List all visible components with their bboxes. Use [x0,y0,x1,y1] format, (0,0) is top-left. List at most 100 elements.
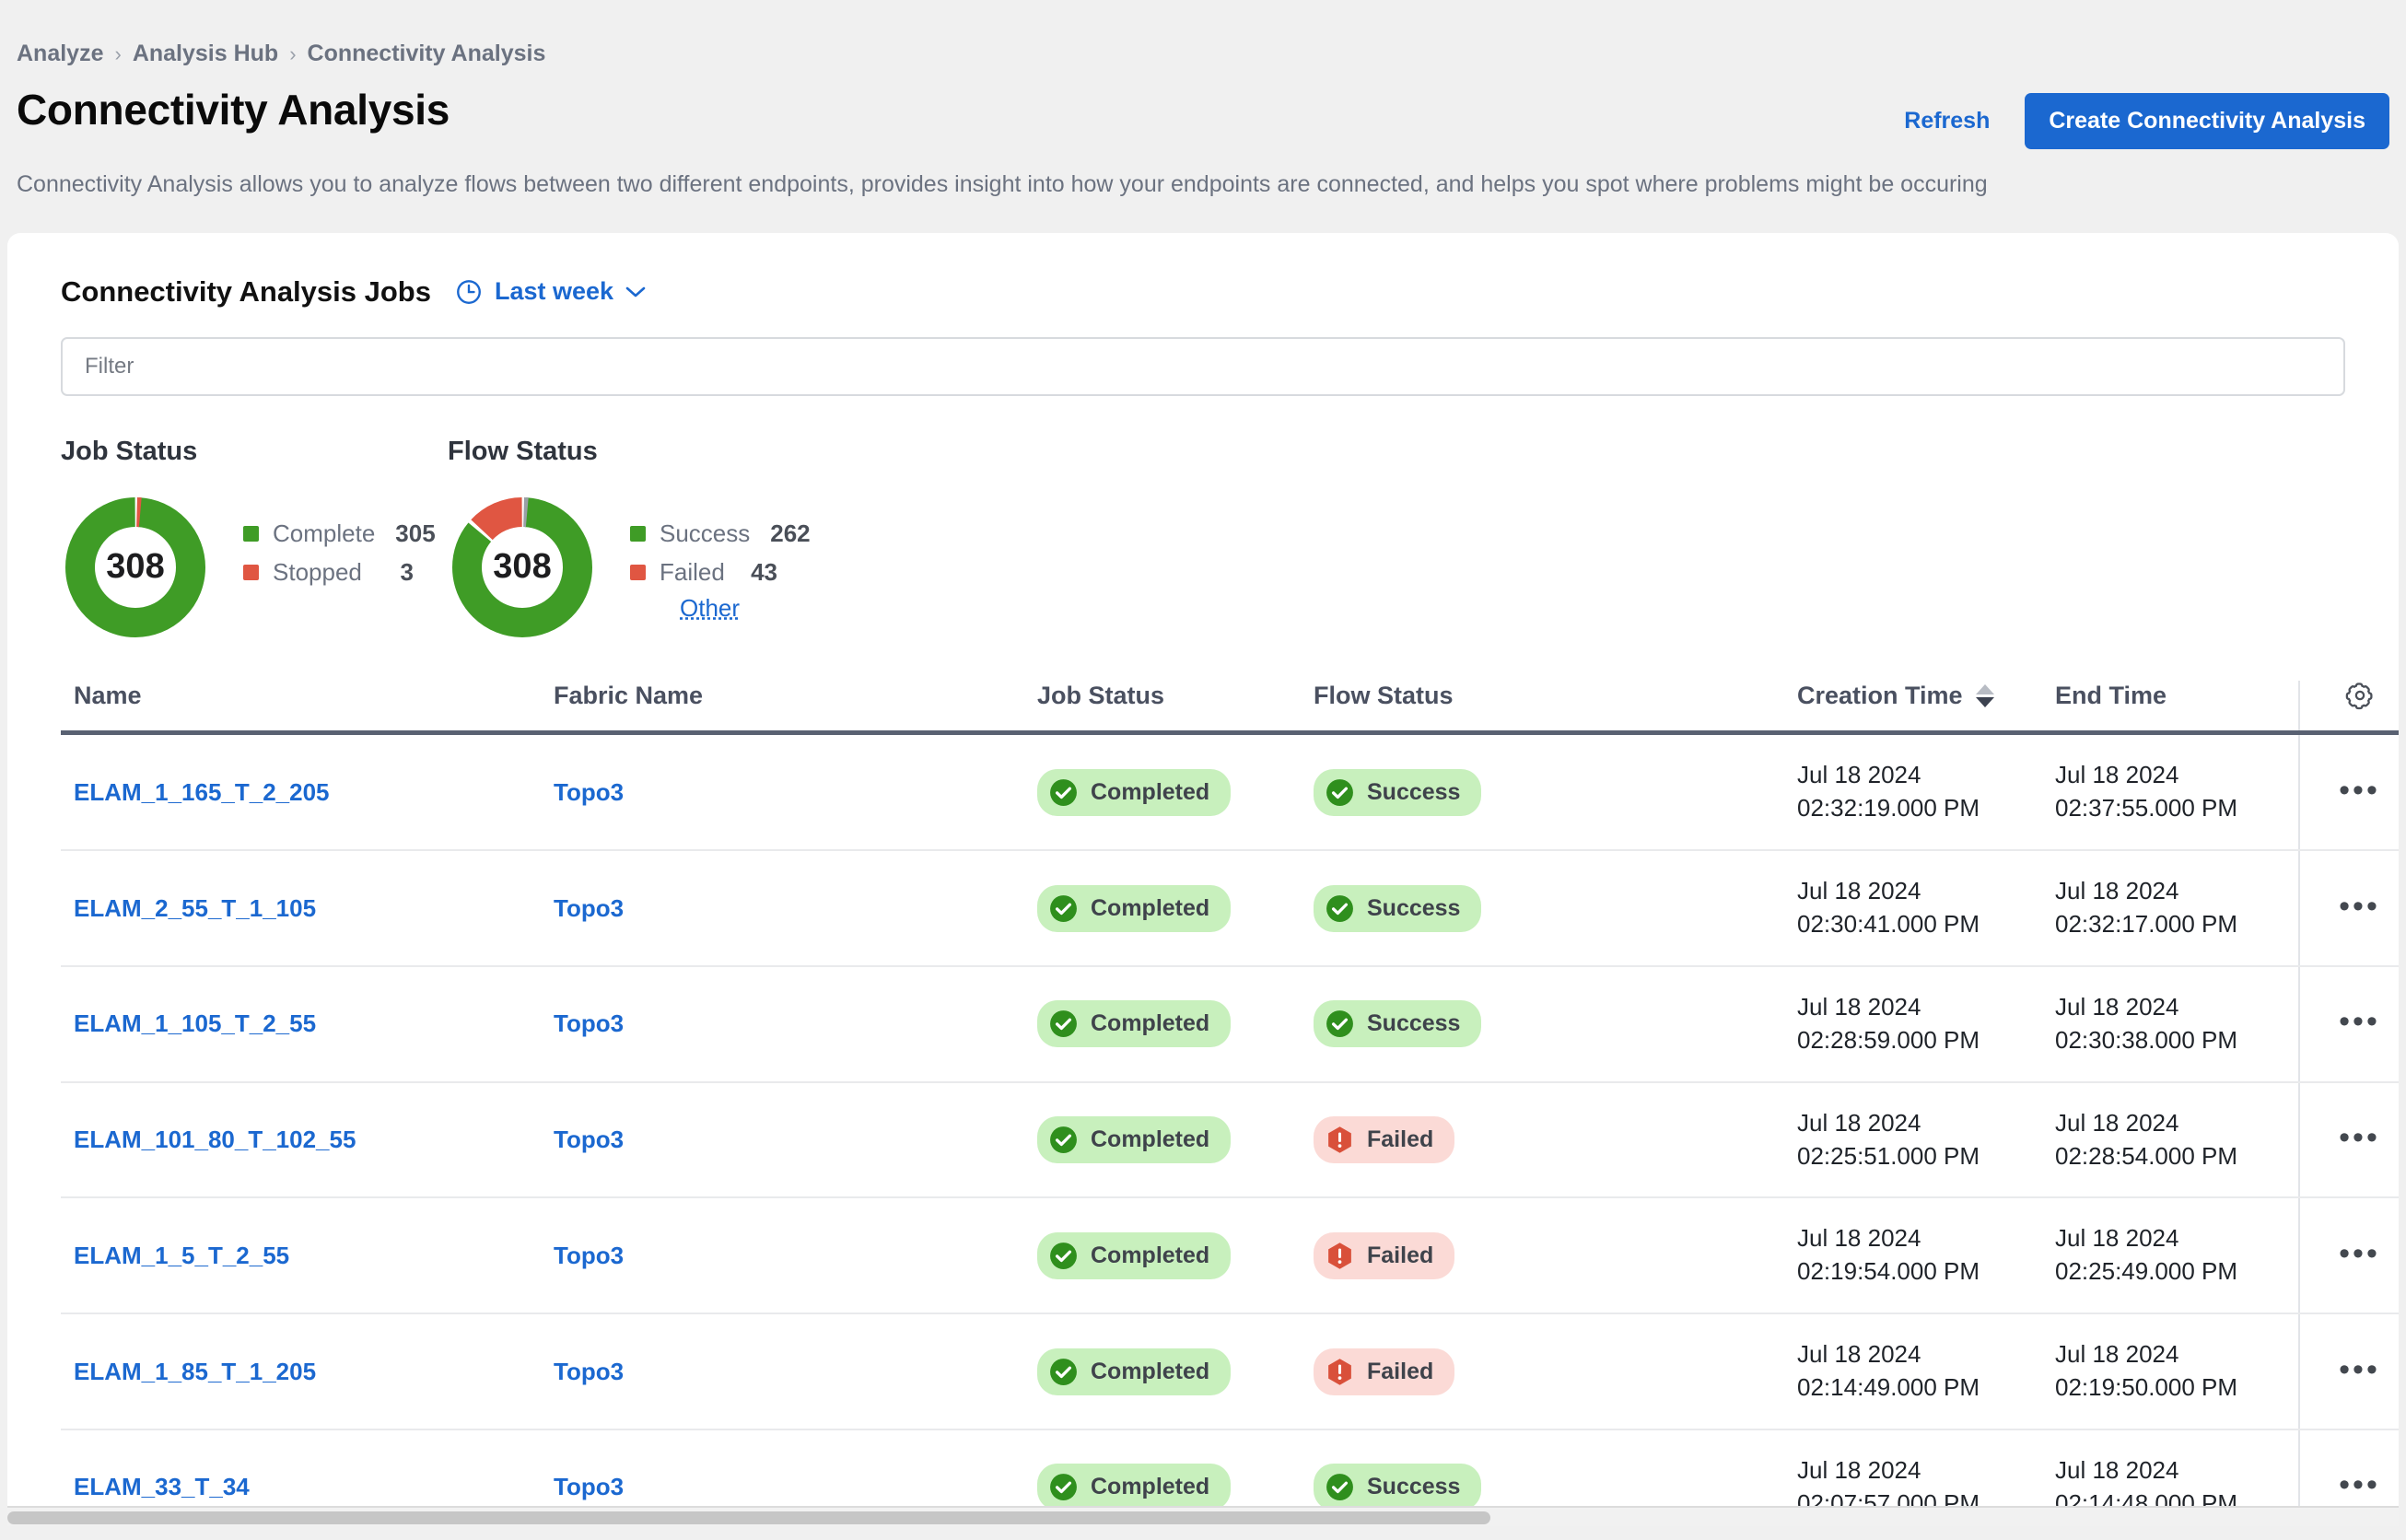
row-actions-ellipsis-icon[interactable]: ••• [2339,1354,2380,1385]
cell-job-status: Completed [1037,1081,1314,1199]
table-row[interactable]: ELAM_101_80_T_102_55 Topo3 Completed Failed… [61,1081,2399,1199]
row-actions-ellipsis-icon[interactable]: ••• [2339,891,2380,922]
fabric-name-link[interactable]: Topo3 [554,1126,624,1153]
table-row[interactable]: ELAM_1_5_T_2_55 Topo3 Completed Failed Jul 1… [61,1197,2399,1315]
fabric-name-link[interactable]: Topo3 [554,1358,624,1385]
time-range-picker[interactable]: Last week [455,277,646,306]
check-circle-icon [1050,1474,1077,1501]
legend-swatch-complete [243,526,259,542]
column-header-flow-status[interactable]: Flow Status [1314,680,1797,736]
check-circle-icon [1050,1126,1077,1153]
job-name-link[interactable]: ELAM_1_5_T_2_55 [74,1242,289,1269]
sort-descending-icon [1975,697,1994,708]
cell-job-status: Completed [1037,732,1314,852]
legend-value: 3 [400,558,414,586]
legend-other-link[interactable]: Other [680,594,740,623]
flow-status-badge: Success [1314,1000,1482,1048]
scrollbar-thumb[interactable] [7,1511,1490,1524]
job-name-link[interactable]: ELAM_101_80_T_102_55 [74,1126,356,1153]
chevron-down-icon [625,286,646,297]
check-circle-icon [1050,1242,1077,1269]
fabric-name-link[interactable]: Topo3 [554,778,624,806]
flow-status-donut: 308 [448,493,597,642]
job-status-badge: Completed [1037,1348,1232,1395]
cell-end-time: Jul 18 2024 02:28:54.000 PM [2055,1081,2299,1199]
breadcrumb-item-analyze[interactable]: Analyze [17,41,103,67]
cell-flow-status: Success [1314,732,1797,852]
job-name-link[interactable]: ELAM_33_T_34 [74,1473,250,1500]
gear-icon [2345,682,2373,710]
table-row[interactable]: ELAM_1_85_T_1_205 Topo3 Completed Failed Jul… [61,1313,2399,1430]
job-name-link[interactable]: ELAM_1_85_T_1_205 [74,1358,316,1385]
cell-flow-status: Failed [1314,1081,1797,1199]
row-actions-ellipsis-icon[interactable]: ••• [2339,1469,2380,1500]
column-header-end-time[interactable]: End Time [2055,680,2299,736]
legend-item[interactable]: Failed 43 [630,554,777,592]
column-header-name[interactable]: Name [61,680,554,736]
cell-name: ELAM_1_105_T_2_55 [61,965,554,1083]
row-actions-ellipsis-icon[interactable]: ••• [2339,1006,2380,1037]
job-status-total: 308 [106,547,165,586]
legend-value: 43 [751,558,777,586]
cell-flow-status: Success [1314,965,1797,1083]
cell-name: ELAM_101_80_T_102_55 [61,1081,554,1199]
breadcrumb: Analyze › Analysis Hub › Connectivity An… [17,41,2389,67]
creation-date: Jul 18 2024 [1797,877,1921,905]
page-description: Connectivity Analysis allows you to anal… [17,171,1988,197]
column-header-creation-time[interactable]: Creation Time [1797,680,2055,736]
check-circle-icon [1050,1358,1077,1385]
filter-input[interactable] [61,336,2345,396]
cell-fabric-name: Topo3 [554,732,1037,852]
horizontal-scrollbar[interactable] [7,1505,2399,1526]
fabric-name-link[interactable]: Topo3 [554,1009,624,1037]
column-header-fabric-name[interactable]: Fabric Name [554,680,1037,736]
table-row[interactable]: ELAM_1_165_T_2_205 Topo3 Completed Success J… [61,732,2399,852]
row-actions-ellipsis-icon[interactable]: ••• [2339,1122,2380,1153]
fabric-name-link[interactable]: Topo3 [554,1242,624,1269]
flow-status-badge: Success [1314,1464,1482,1511]
flow-status-badge: Failed [1314,1116,1455,1163]
page-title: Connectivity Analysis [17,86,450,134]
job-name-link[interactable]: ELAM_1_105_T_2_55 [74,1009,316,1037]
end-time: 02:37:55.000 PM [2055,794,2238,822]
flow-status-badge: Failed [1314,1231,1455,1279]
refresh-button[interactable]: Refresh [1895,100,1999,142]
job-status-badge: Completed [1037,1231,1232,1279]
job-status-legend: Complete 305 Stopped 3 [243,493,436,592]
legend-value: 262 [770,519,811,547]
legend-item[interactable]: Stopped 3 [243,554,414,592]
creation-date: Jul 18 2024 [1797,1455,1921,1484]
check-circle-icon [1326,778,1353,806]
legend-swatch-stopped [243,565,259,580]
cell-fabric-name: Topo3 [554,1313,1037,1430]
legend-item[interactable]: Success 262 [630,515,811,554]
legend-item[interactable]: Complete 305 [243,515,436,554]
cell-fabric-name: Topo3 [554,850,1037,967]
cell-creation-time: Jul 18 2024 02:25:51.000 PM [1797,1081,2055,1199]
row-actions-ellipsis-icon[interactable]: ••• [2339,1238,2380,1269]
job-name-link[interactable]: ELAM_2_55_T_1_105 [74,894,316,922]
table-row[interactable]: ELAM_1_105_T_2_55 Topo3 Completed Success Ju… [61,965,2399,1083]
table-row[interactable]: ELAM_2_55_T_1_105 Topo3 Completed Success Ju… [61,850,2399,967]
legend-label: Failed [660,558,725,586]
end-date: Jul 18 2024 [2055,761,2179,789]
cell-end-time: Jul 18 2024 02:19:50.000 PM [2055,1313,2299,1430]
flow-status-title: Flow Status [448,436,598,466]
row-actions-ellipsis-icon[interactable]: ••• [2339,775,2380,806]
column-header-job-status[interactable]: Job Status [1037,680,1314,736]
column-settings-header[interactable] [2298,680,2399,736]
breadcrumb-item-connectivity-analysis: Connectivity Analysis [307,41,546,66]
creation-time: 02:30:41.000 PM [1797,910,1980,938]
card-title: Connectivity Analysis Jobs [61,274,431,308]
fabric-name-link[interactable]: Topo3 [554,1473,624,1500]
end-time: 02:28:54.000 PM [2055,1141,2238,1170]
sort-indicator-icon[interactable] [1975,684,1994,708]
flow-status-label: Success [1367,894,1461,921]
breadcrumb-item-analysis-hub[interactable]: Analysis Hub [133,41,278,67]
cell-fabric-name: Topo3 [554,965,1037,1083]
cell-job-status: Completed [1037,850,1314,967]
error-hexagon-icon [1328,1126,1351,1153]
fabric-name-link[interactable]: Topo3 [554,894,624,922]
create-connectivity-analysis-button[interactable]: Create Connectivity Analysis [2025,93,2389,149]
job-name-link[interactable]: ELAM_1_165_T_2_205 [74,778,330,806]
